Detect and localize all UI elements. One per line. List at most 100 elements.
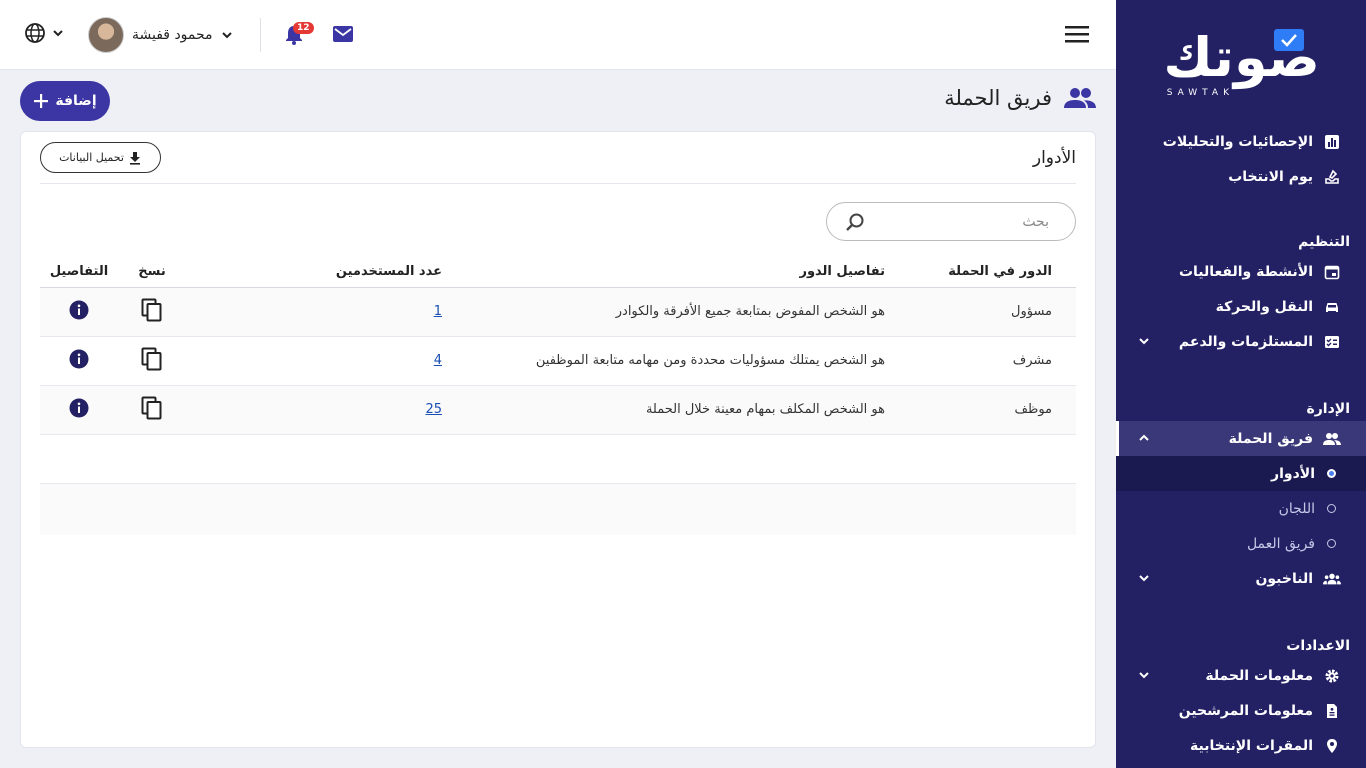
document-icon <box>1323 702 1341 720</box>
divider <box>40 183 1076 184</box>
brand-name: صوتك <box>1163 26 1322 89</box>
users-count-link[interactable]: 1 <box>434 304 442 319</box>
role-name: موظف <box>891 385 1076 435</box>
sidebar-item-candidates-info[interactable]: معلومات المرشحين <box>1116 693 1366 728</box>
add-button[interactable]: إضافة <box>20 81 110 121</box>
section-title-organization: التنظيم <box>1298 234 1350 250</box>
users-count-link[interactable]: 4 <box>434 353 442 368</box>
user-menu[interactable]: محمود قفيشة <box>88 17 233 53</box>
chevron-up-icon[interactable] <box>1136 430 1152 446</box>
avatar <box>88 17 124 53</box>
sidebar-item-supplies[interactable]: المستلزمات والدعم <box>1116 324 1366 359</box>
download-icon <box>129 151 140 165</box>
sidebar-item-label: النقل والحركة <box>1215 298 1313 315</box>
people-icon <box>1064 88 1096 108</box>
page-title: فريق الحملة <box>944 86 1052 110</box>
mail-icon[interactable] <box>333 26 353 42</box>
globe-icon <box>25 23 45 43</box>
role-description: هو الشخص يمتلك مسؤوليات محددة ومن مهامه … <box>446 336 891 386</box>
sidebar: صوتك SAWTAK الإحصائيات والتحليلات يوم ال… <box>1116 0 1366 768</box>
sidebar-item-transport[interactable]: النقل والحركة <box>1116 289 1366 324</box>
download-data-button[interactable]: تحميل البيانات <box>40 142 161 173</box>
sidebar-item-label: الإحصائيات والتحليلات <box>1162 133 1313 150</box>
sidebar-item-label: الناخبون <box>1255 570 1313 587</box>
search-box[interactable] <box>826 202 1076 241</box>
roles-card: الأدوار تحميل البيانات الدور في الحملة ت… <box>20 131 1096 748</box>
calendar-icon <box>1323 263 1341 281</box>
copy-icon[interactable] <box>141 396 163 420</box>
role-name: مسؤول <box>891 287 1076 337</box>
checklist-icon <box>1323 333 1341 351</box>
hamburger-menu-icon[interactable] <box>1064 23 1090 45</box>
sidebar-item-label: المقرات الإنتخابية <box>1190 737 1313 754</box>
sidebar-item-label: الأنشطة والفعاليات <box>1178 263 1313 280</box>
sidebar-item-voters[interactable]: الناخبون <box>1116 561 1366 596</box>
brand-logo[interactable]: صوتك SAWTAK <box>1116 0 1366 118</box>
chevron-down-icon <box>53 30 63 37</box>
chart-icon <box>1323 133 1341 151</box>
plus-icon <box>34 94 49 108</box>
sidebar-subitem-label: فريق العمل <box>1246 535 1315 552</box>
bullet-icon <box>1327 504 1336 513</box>
user-name: محمود قفيشة <box>132 27 213 43</box>
sidebar-item-label: معلومات الحملة <box>1205 667 1313 684</box>
sidebar-item-campaign-team[interactable]: فريق الحملة <box>1116 421 1366 456</box>
section-title-administration: الإدارة <box>1306 401 1350 417</box>
info-icon[interactable] <box>69 349 89 369</box>
table-header-row: الدور في الحملة تفاصيل الدور عدد المستخد… <box>40 256 1076 288</box>
sidebar-item-statistics[interactable]: الإحصائيات والتحليلات <box>1116 124 1366 159</box>
brand-sub: SAWTAK <box>1166 88 1234 98</box>
top-bar: محمود قفيشة 12 <box>0 0 1116 70</box>
search-input[interactable] <box>899 213 1049 230</box>
language-selector[interactable] <box>24 22 64 44</box>
bullet-icon <box>1327 539 1336 548</box>
column-header-users-count[interactable]: عدد المستخدمين <box>186 256 446 288</box>
column-header-role[interactable]: الدور في الحملة <box>891 256 1076 288</box>
car-icon <box>1323 298 1341 316</box>
sidebar-subitem-committees[interactable]: اللجان <box>1116 491 1366 526</box>
chevron-down-icon <box>221 32 232 39</box>
chevron-down-icon[interactable] <box>1136 333 1152 349</box>
sidebar-item-label: يوم الانتخاب <box>1228 168 1313 185</box>
table-row: مشرف هو الشخص يمتلك مسؤوليات محددة ومن م… <box>40 336 1076 386</box>
role-description: هو الشخص المكلف بمهام معينة خلال الحملة <box>446 385 891 435</box>
bullet-icon <box>1327 469 1336 478</box>
copy-icon[interactable] <box>141 298 163 322</box>
sidebar-subitem-roles[interactable]: الأدوار <box>1116 456 1366 491</box>
sidebar-item-activities[interactable]: الأنشطة والفعاليات <box>1116 254 1366 289</box>
people-icon <box>1323 430 1341 448</box>
copy-icon[interactable] <box>141 347 163 371</box>
ballot-icon <box>1323 168 1341 186</box>
table-row: مسؤول هو الشخص المفوض بمتابعة جميع الأفر… <box>40 287 1076 337</box>
gear-icon <box>1323 667 1341 685</box>
chevron-down-icon[interactable] <box>1136 570 1152 586</box>
sidebar-item-campaign-info[interactable]: معلومات الحملة <box>1116 658 1366 693</box>
section-title-settings: الاعدادات <box>1286 638 1350 654</box>
card-title: الأدوار <box>1032 148 1076 168</box>
column-header-details: التفاصيل <box>40 256 118 288</box>
users-count-link[interactable]: 25 <box>425 402 442 417</box>
table-row: موظف هو الشخص المكلف بمهام معينة خلال ال… <box>40 385 1076 435</box>
role-name: مشرف <box>891 336 1076 386</box>
sidebar-item-electoral-offices[interactable]: المقرات الإنتخابية <box>1116 728 1366 763</box>
info-icon[interactable] <box>69 300 89 320</box>
column-header-copy: نسخ <box>118 256 186 288</box>
sidebar-subitem-label: الأدوار <box>1271 465 1315 482</box>
sidebar-subitem-label: اللجان <box>1278 500 1315 517</box>
page-header: فريق الحملة <box>944 86 1096 110</box>
table-row-empty <box>40 434 1076 484</box>
sidebar-item-label: فريق الحملة <box>1228 430 1313 447</box>
sidebar-subitem-work-team[interactable]: فريق العمل <box>1116 526 1366 561</box>
role-description: هو الشخص المفوض بمتابعة جميع الأفرقة وال… <box>446 287 891 337</box>
group-icon <box>1323 570 1341 588</box>
column-header-description[interactable]: تفاصيل الدور <box>446 256 891 288</box>
sidebar-item-label: المستلزمات والدعم <box>1178 333 1313 350</box>
pin-icon <box>1323 737 1341 755</box>
download-label: تحميل البيانات <box>59 151 124 164</box>
add-button-label: إضافة <box>55 93 97 109</box>
info-icon[interactable] <box>69 398 89 418</box>
search-icon[interactable] <box>845 212 865 232</box>
chevron-down-icon[interactable] <box>1136 667 1152 683</box>
sidebar-item-election-day[interactable]: يوم الانتخاب <box>1116 159 1366 194</box>
roles-table: الدور في الحملة تفاصيل الدور عدد المستخد… <box>40 256 1076 535</box>
